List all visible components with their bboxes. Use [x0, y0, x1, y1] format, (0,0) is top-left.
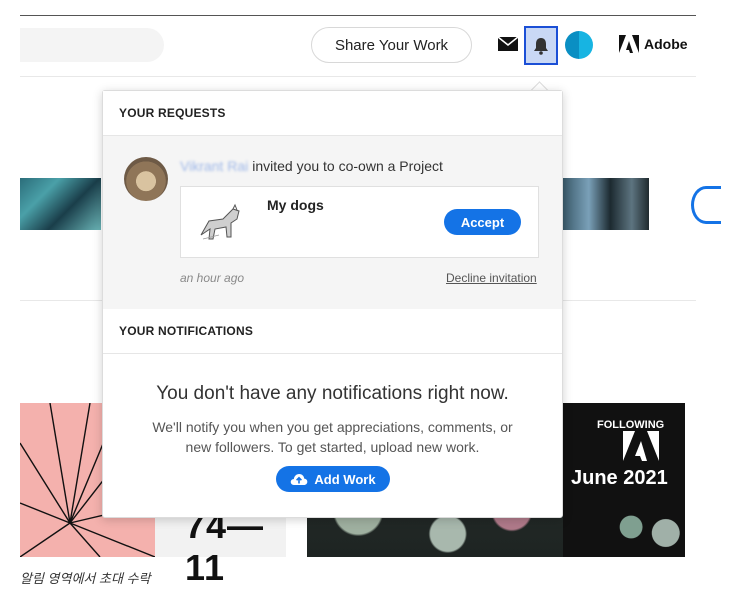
project-thumbnail[interactable]	[20, 178, 101, 230]
request-item: Vikrant Rai invited you to co-own a Proje…	[103, 136, 562, 309]
requests-header: YOUR REQUESTS	[103, 91, 562, 136]
user-avatar[interactable]	[565, 31, 593, 59]
add-work-button[interactable]: Add Work	[276, 466, 390, 492]
succulent-graphic	[608, 497, 685, 557]
notifications-popup: YOUR REQUESTS Vikrant Rai invited you to …	[102, 90, 563, 518]
project-thumbnail[interactable]	[563, 178, 649, 230]
requests-heading: YOUR REQUESTS	[119, 106, 226, 120]
cloud-upload-icon	[291, 473, 308, 485]
following-label: FOLLOWING	[597, 419, 665, 431]
request-timestamp: an hour ago	[180, 271, 245, 285]
adobe-logo-icon[interactable]	[619, 35, 639, 53]
empty-state-title: You don't have any notifications right n…	[156, 383, 509, 404]
june-label: June 2021	[571, 467, 668, 489]
notifications-header: YOUR NOTIFICATIONS	[103, 309, 562, 354]
share-your-work-button[interactable]: Share Your Work	[311, 27, 472, 63]
project-name[interactable]: My dogs	[267, 197, 324, 213]
adobe-logo-icon	[623, 431, 659, 461]
accept-button[interactable]: Accept	[444, 209, 521, 235]
requester-avatar[interactable]	[124, 157, 168, 201]
image-caption: 알림 영역에서 초대 수락	[20, 571, 151, 586]
notifications-heading: YOUR NOTIFICATIONS	[119, 324, 254, 338]
request-message: Vikrant Rai invited you to co-own a Proje…	[180, 158, 443, 174]
project-card[interactable]: My dogs Accept	[180, 186, 539, 258]
notifications-bell-button[interactable]	[524, 26, 558, 65]
adobe-brand-label[interactable]: Adobe	[644, 36, 688, 52]
decline-invitation-link[interactable]: Decline invitation	[446, 271, 537, 285]
carousel-next-button[interactable]	[691, 186, 721, 224]
mail-icon[interactable]	[497, 35, 519, 53]
add-work-label: Add Work	[314, 471, 376, 487]
request-text: invited you to co-own a Project	[252, 158, 443, 174]
empty-state-description: We'll notify you when you get appreciati…	[152, 419, 513, 455]
requester-name[interactable]: Vikrant Rai	[180, 158, 248, 174]
search-input[interactable]	[20, 28, 164, 62]
bell-icon	[534, 37, 548, 55]
dog-sketch-thumbnail	[193, 195, 249, 249]
